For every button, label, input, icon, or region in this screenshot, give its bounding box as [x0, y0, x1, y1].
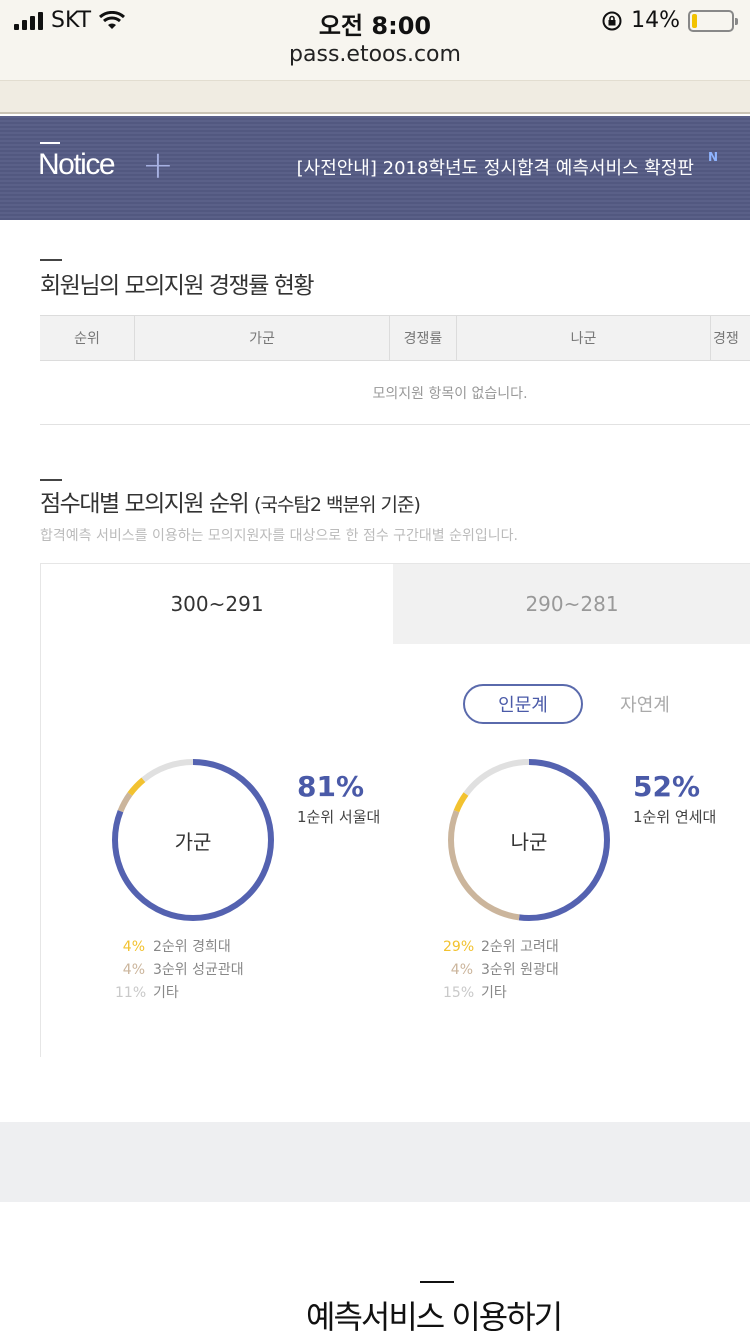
legend-pct: 15% [443, 985, 475, 1001]
legend-label: 2순위 경희대 [153, 939, 231, 955]
legend-label: 3순위 원광대 [481, 962, 559, 978]
legend-label: 기타 [153, 985, 179, 1001]
section-dash [40, 479, 62, 481]
section-dash [40, 259, 62, 261]
tab-300-291[interactable]: 300~291 [41, 564, 393, 644]
browser-divider [0, 80, 750, 114]
ranking-description: 합격예측 서비스를 이용하는 모의지원자를 대상으로 한 점수 구간대별 순위입… [40, 528, 518, 544]
toggle-humanities[interactable]: 인문계 [463, 684, 583, 724]
status-bar: SKT 오전 8:00 14% pass.etoos.com [0, 0, 750, 80]
legend-pct: 11% [115, 985, 147, 1001]
notice-title: Notice [38, 148, 116, 181]
ranking-title-sub: (국수탐2 백분위 기준) [254, 494, 421, 516]
legend-label: 3순위 성균관대 [153, 962, 244, 978]
battery-icon [688, 9, 738, 32]
legend-ga: 4% 2순위 경희대 4% 3순위 성균관대 11% 기타 [115, 936, 244, 1005]
legend-row: 4% 3순위 성균관대 [115, 959, 244, 982]
notice-bar: Notice + [사전안내] 2018학년도 정시합격 예측서비스 확정판 N [0, 116, 750, 220]
legend-row: 4% 2순위 경희대 [115, 936, 244, 959]
top-percent-ga: 81% [297, 770, 365, 803]
status-right: 14% [601, 8, 738, 33]
top-label-ga: 1순위 서울대 [297, 808, 381, 826]
donut-label-na: 나군 [510, 830, 548, 854]
competition-table: 순위 가군 경쟁률 나군 경쟁 모의지원 항목이 없습니다. [40, 315, 750, 425]
use-service-link[interactable]: 예측서비스 이용하기 [306, 1292, 563, 1334]
notice-link[interactable]: [사전안내] 2018학년도 정시합격 예측서비스 확정판 [297, 154, 694, 180]
bottom-dash [420, 1281, 454, 1283]
legend-pct: 4% [450, 962, 473, 978]
legend-row: 4% 3순위 원광대 [443, 959, 559, 982]
battery-percent: 14% [631, 8, 680, 33]
rotation-lock-icon [602, 11, 622, 30]
legend-row: 29% 2순위 고려대 [443, 936, 559, 959]
legend-label: 2순위 고려대 [481, 939, 559, 955]
legend-pct: 4% [122, 962, 145, 978]
competition-title: 회원님의 모의지원 경쟁률 현황 [40, 273, 315, 299]
tab-290-281[interactable]: 290~281 [393, 564, 750, 644]
notice-more-button[interactable]: + [142, 146, 174, 184]
col-na: 나군 [456, 316, 710, 360]
legend-label: 기타 [481, 985, 507, 1001]
footer-band [0, 1122, 750, 1202]
ranking-title-main: 점수대별 모의지원 순위 [40, 491, 250, 517]
col-ga: 가군 [134, 316, 389, 360]
url-bar[interactable]: pass.etoos.com [0, 42, 750, 67]
legend-row: 11% 기타 [115, 982, 244, 1005]
ranking-title: 점수대별 모의지원 순위 (국수탐2 백분위 기준) [40, 484, 421, 518]
col-rate-ga: 경쟁률 [389, 316, 456, 360]
legend-na: 29% 2순위 고려대 4% 3순위 원광대 15% 기타 [443, 936, 559, 1005]
table-header: 순위 가군 경쟁률 나군 경쟁 [40, 315, 750, 361]
top-label-na: 1순위 연세대 [633, 808, 717, 826]
donut-label-ga: 가군 [174, 830, 212, 854]
col-rate-na: 경쟁 [710, 316, 750, 360]
legend-pct: 29% [443, 939, 475, 955]
top-percent-na: 52% [633, 770, 701, 803]
toggle-sciences[interactable]: 자연계 [600, 684, 690, 724]
col-rank: 순위 [74, 331, 100, 347]
legend-pct: 4% [122, 939, 145, 955]
new-badge: N [707, 150, 718, 164]
notice-dash [40, 142, 60, 144]
legend-row: 15% 기타 [443, 982, 559, 1005]
empty-message: 모의지원 항목이 없습니다. [40, 361, 750, 425]
